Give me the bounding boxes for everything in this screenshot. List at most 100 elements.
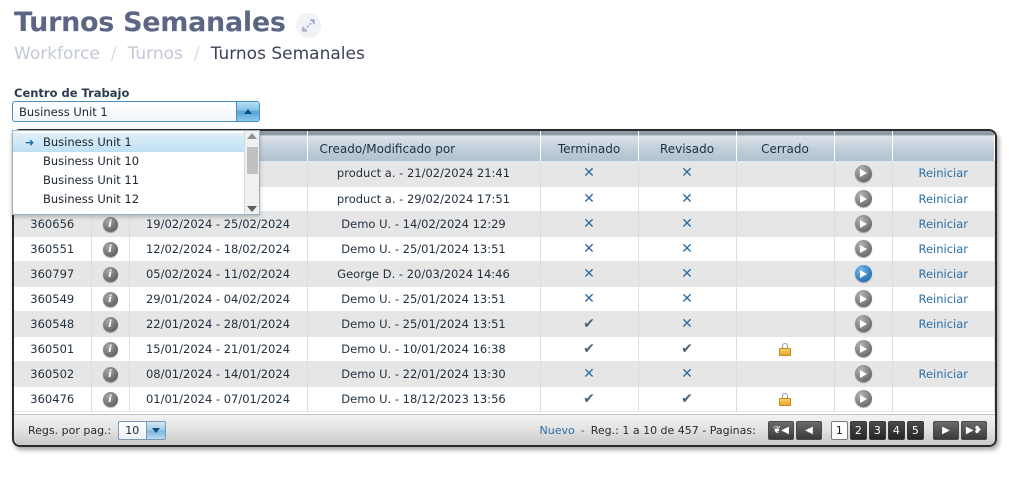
first-page-icon[interactable]: ❦◀ [767, 420, 794, 440]
cell-creado-modificado-por: Demo U. - 25/01/2024 13:51 [307, 286, 541, 312]
nuevo-link[interactable]: Nuevo [540, 424, 575, 437]
cell-go [834, 186, 893, 212]
info-icon[interactable]: i [102, 241, 118, 257]
cell-info: i [91, 386, 130, 412]
info-icon[interactable]: i [102, 341, 118, 357]
cell-revisado: ✕ [638, 361, 737, 387]
cell-action: Reiniciar [892, 161, 995, 187]
reiniciar-link[interactable]: Reiniciar [918, 317, 968, 331]
go-arrow-icon[interactable] [854, 365, 872, 382]
cross-icon: ✕ [583, 190, 595, 207]
expand-arrows-icon[interactable] [295, 13, 321, 38]
go-arrow-icon[interactable] [854, 290, 872, 307]
info-icon[interactable]: i [102, 316, 118, 332]
reiniciar-link[interactable]: Reiniciar [918, 267, 968, 281]
info-icon[interactable]: i [102, 366, 118, 382]
dropdown-scrollbar[interactable] [244, 131, 259, 214]
scrollbar-thumb[interactable] [247, 147, 258, 174]
reiniciar-link[interactable]: Reiniciar [918, 242, 968, 256]
cell-cerrado [736, 161, 835, 187]
regs-por-pag-select[interactable]: 10 [118, 420, 167, 440]
col-header-creado-modificado-por[interactable]: Creado/Modificado por [307, 131, 541, 161]
reiniciar-link[interactable]: Reiniciar [918, 192, 968, 206]
table-row[interactable]: 360548 i 22/01/2024 - 28/01/2024 Demo U. - … [14, 311, 995, 337]
go-arrow-icon[interactable] [854, 315, 872, 332]
cell-terminado: ✕ [540, 286, 639, 312]
col-header-cerrado[interactable]: Cerrado [736, 131, 835, 161]
reiniciar-link[interactable]: Reiniciar [918, 217, 968, 231]
cross-icon: ✕ [583, 265, 595, 282]
table-row[interactable]: 360502 i 08/01/2024 - 14/01/2024 Demo U. - … [14, 361, 995, 387]
centro-de-trabajo-dropdown[interactable]: ➜ Business Unit 1 Business Unit 10 Business… [12, 130, 260, 215]
reiniciar-link[interactable]: Reiniciar [918, 166, 968, 180]
page-button-3[interactable]: 3 [868, 420, 886, 440]
dropdown-option[interactable]: ➜ Business Unit 1 [13, 133, 244, 152]
cell-revisado: ✔ [638, 386, 737, 412]
prev-page-icon[interactable]: ◀ [795, 420, 822, 440]
reiniciar-link[interactable]: Reiniciar [918, 367, 968, 381]
scroll-up-arrow-icon[interactable] [247, 133, 257, 139]
cell-creado-modificado-por: Demo U. - 22/01/2024 13:30 [307, 361, 541, 387]
centro-de-trabajo-input[interactable] [13, 102, 236, 121]
caret-down-icon[interactable] [146, 421, 166, 439]
cell-id: 360797 [14, 261, 92, 287]
cell-cerrado [736, 286, 835, 312]
breadcrumb-item-workforce[interactable]: Workforce [14, 44, 100, 64]
cell-terminado: ✕ [540, 186, 639, 212]
info-icon[interactable]: i [102, 266, 118, 282]
dropdown-option[interactable]: Business Unit 12 [13, 190, 244, 209]
cell-revisado: ✔ [638, 336, 737, 362]
cell-revisado: ✕ [638, 186, 737, 212]
col-header-go [834, 131, 893, 161]
info-icon[interactable]: i [102, 216, 118, 232]
cell-terminado: ✔ [540, 386, 639, 412]
go-arrow-icon[interactable] [854, 265, 872, 282]
cross-icon: ✕ [681, 215, 693, 232]
go-arrow-icon[interactable] [854, 164, 872, 182]
info-icon[interactable]: i [102, 391, 118, 407]
cell-go [834, 236, 893, 262]
cell-info: i [91, 336, 130, 362]
table-row[interactable]: 360551 i 12/02/2024 - 18/02/2024 Demo U. - … [14, 236, 995, 262]
table-row[interactable]: 360549 i 29/01/2024 - 04/02/2024 Demo U. - … [14, 286, 995, 312]
go-arrow-icon[interactable] [854, 340, 872, 357]
cross-icon: ✕ [583, 215, 595, 232]
pagination: ❦◀ ◀ 1 2 3 4 5 ▶ ▶❥ [767, 420, 987, 440]
registro-info: Reg.: 1 a 10 de 457 - Paginas: [590, 423, 756, 437]
cell-creado-modificado-por: product a. - 21/02/2024 21:41 [307, 161, 541, 187]
cell-action [892, 386, 995, 412]
go-arrow-icon[interactable] [854, 240, 872, 257]
page-button-1[interactable]: 1 [830, 420, 848, 440]
scroll-down-arrow-icon[interactable] [247, 206, 257, 212]
reiniciar-link[interactable]: Reiniciar [918, 292, 968, 306]
dropdown-option[interactable]: Business Unit 11 [13, 171, 244, 190]
breadcrumb-item-turnos[interactable]: Turnos [128, 44, 183, 64]
col-header-terminado[interactable]: Terminado [540, 131, 639, 161]
next-page-icon[interactable]: ▶ [932, 420, 959, 440]
centro-de-trabajo-combo[interactable] [12, 101, 260, 122]
cell-terminado: ✕ [540, 236, 639, 262]
caret-up-icon[interactable] [236, 102, 259, 121]
dropdown-option-label: Business Unit 1 [43, 135, 132, 149]
cell-go [834, 361, 893, 387]
go-arrow-icon[interactable] [854, 390, 872, 407]
page-button-5[interactable]: 5 [906, 420, 924, 440]
col-header-revisado[interactable]: Revisado [638, 131, 737, 161]
last-page-icon[interactable]: ▶❥ [960, 420, 987, 440]
page-title: Turnos Semanales [14, 7, 286, 39]
cell-id: 360476 [14, 386, 92, 412]
cell-creado-modificado-por: Demo U. - 10/01/2024 16:38 [307, 336, 541, 362]
table-row[interactable]: 360476 i 01/01/2024 - 07/01/2024 Demo U. - … [14, 386, 995, 412]
table-row[interactable]: 360501 i 15/01/2024 - 21/01/2024 Demo U. - … [14, 336, 995, 362]
page-button-4[interactable]: 4 [887, 420, 905, 440]
table-row[interactable]: 360797 i 05/02/2024 - 11/02/2024 George D. … [14, 261, 995, 287]
go-arrow-icon[interactable] [854, 190, 872, 207]
cell-cerrado [736, 236, 835, 262]
go-arrow-icon[interactable] [854, 215, 872, 232]
dropdown-option[interactable]: Business Unit 10 [13, 152, 244, 171]
info-icon[interactable]: i [102, 291, 118, 307]
dropdown-option-label: Business Unit 10 [43, 154, 140, 168]
page-button-2[interactable]: 2 [849, 420, 867, 440]
cell-id: 360548 [14, 311, 92, 337]
cell-cerrado [736, 311, 835, 337]
